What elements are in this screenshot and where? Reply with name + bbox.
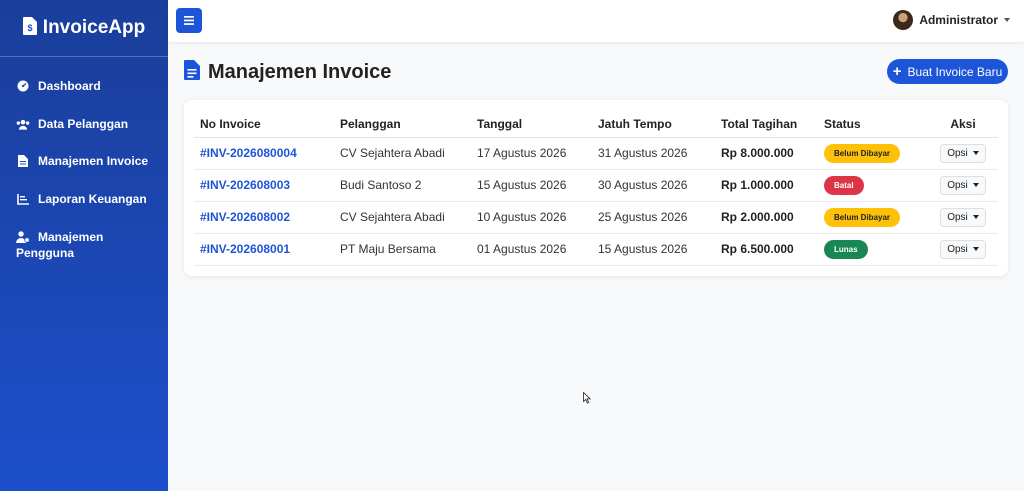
new-invoice-label: Buat Invoice Baru [907, 64, 1003, 79]
new-invoice-button[interactable]: + Buat Invoice Baru [887, 59, 1008, 84]
caret-down-icon [972, 151, 979, 155]
options-dropdown-button[interactable]: Opsi [940, 175, 986, 195]
action-cell: Opsi [928, 201, 998, 234]
table-header-row: No Invoice Pelanggan Tanggal Jatuh Tempo… [194, 112, 998, 138]
column-header: Pelanggan [334, 112, 471, 138]
column-header: Tanggal [471, 112, 592, 138]
mouse-cursor-icon [583, 391, 592, 409]
table-row: #INV-202608002 CV Sejahtera Abadi 10 Agu… [194, 201, 998, 234]
column-header: No Invoice [194, 112, 334, 138]
due-date-cell: 31 Agustus 2026 [592, 137, 715, 170]
column-header: Total Tagihan [715, 112, 818, 138]
chart-line-icon [16, 192, 30, 206]
table-row: #INV-2026080004 CV Sejahtera Abadi 17 Ag… [194, 137, 998, 170]
column-header: Status [818, 112, 928, 138]
sidebar-item-label: Dashboard [38, 79, 101, 93]
file-invoice-icon [184, 60, 200, 85]
invoice-table: No Invoice Pelanggan Tanggal Jatuh Tempo… [194, 112, 998, 266]
column-header: Jatuh Tempo [592, 112, 715, 138]
user-name: Administrator [919, 13, 998, 27]
status-badge: Belum Dibayar [824, 143, 901, 163]
sidebar-item-label: Manajemen Pengguna [16, 230, 104, 260]
options-dropdown-button[interactable]: Opsi [940, 143, 986, 163]
caret-down-icon [972, 247, 979, 251]
page-header: Manajemen Invoice [184, 60, 391, 85]
brand[interactable]: $ InvoiceApp [0, 0, 168, 57]
status-cell: Belum Dibayar [818, 137, 928, 170]
topbar: Administrator [168, 0, 1024, 42]
caret-down-icon [972, 215, 979, 219]
status-badge: Batal [824, 175, 864, 195]
invoice-link[interactable]: #INV-202608002 [194, 201, 334, 234]
plus-icon: + [892, 63, 902, 80]
user-menu[interactable]: Administrator [893, 10, 1010, 30]
total-cell: Rp 2.000.000 [715, 201, 818, 234]
date-cell: 01 Agustus 2026 [471, 233, 592, 266]
status-cell: Lunas [818, 233, 928, 266]
options-label: Opsi [947, 147, 968, 159]
sidebar-item-laporan-keuangan[interactable]: Laporan Keuangan [0, 192, 163, 206]
column-header: Aksi [928, 112, 998, 138]
invoice-link[interactable]: #INV-202608001 [194, 233, 334, 266]
status-cell: Belum Dibayar [818, 201, 928, 234]
status-cell: Batal [818, 169, 928, 202]
user-gear-icon [16, 230, 30, 244]
total-cell: Rp 1.000.000 [715, 169, 818, 202]
action-cell: Opsi [928, 137, 998, 170]
sidebar: $ InvoiceApp Dashboard Data Pelanggan Ma… [0, 0, 168, 491]
date-cell: 17 Agustus 2026 [471, 137, 592, 170]
status-badge: Lunas [824, 239, 868, 259]
customer-cell: CV Sejahtera Abadi [334, 201, 471, 234]
options-dropdown-button[interactable]: Opsi [940, 207, 986, 227]
sidebar-item-manajemen-invoice[interactable]: Manajemen Invoice [0, 154, 164, 168]
table-row: #INV-202608001 PT Maju Bersama 01 Agustu… [194, 233, 998, 266]
users-icon [16, 117, 30, 131]
action-cell: Opsi [928, 233, 998, 266]
date-cell: 15 Agustus 2026 [471, 169, 592, 202]
sidebar-item-label: Manajemen Invoice [38, 154, 149, 168]
due-date-cell: 25 Agustus 2026 [592, 201, 715, 234]
sidebar-item-dashboard[interactable]: Dashboard [0, 79, 117, 93]
invoice-link[interactable]: #INV-202608003 [194, 169, 334, 202]
caret-down-icon [1004, 18, 1010, 22]
caret-down-icon [972, 183, 979, 187]
total-cell: Rp 8.000.000 [715, 137, 818, 170]
sidebar-toggle-button[interactable] [176, 8, 202, 33]
page-title: Manajemen Invoice [208, 61, 392, 83]
sidebar-item-label: Laporan Keuangan [38, 192, 147, 206]
customer-cell: CV Sejahtera Abadi [334, 137, 471, 170]
customer-cell: PT Maju Bersama [334, 233, 471, 266]
file-invoice-icon [16, 154, 30, 168]
total-cell: Rp 6.500.000 [715, 233, 818, 266]
options-label: Opsi [947, 211, 968, 223]
invoice-card: No Invoice Pelanggan Tanggal Jatuh Tempo… [184, 100, 1008, 276]
status-badge: Belum Dibayar [824, 207, 901, 227]
options-dropdown-button[interactable]: Opsi [940, 239, 986, 259]
sidebar-nav: Dashboard Data Pelanggan Manajemen Invoi… [0, 57, 168, 260]
date-cell: 10 Agustus 2026 [471, 201, 592, 234]
invoice-link[interactable]: #INV-2026080004 [194, 137, 334, 170]
options-label: Opsi [947, 179, 968, 191]
sidebar-item-data-pelanggan[interactable]: Data Pelanggan [0, 117, 144, 131]
sidebar-item-manajemen-pengguna[interactable]: Manajemen Pengguna [0, 229, 160, 261]
menu-icon [184, 12, 194, 30]
file-invoice-dollar-icon: $ [22, 16, 37, 40]
sidebar-item-label: Data Pelanggan [38, 117, 129, 131]
svg-text:$: $ [27, 23, 32, 33]
avatar [893, 10, 914, 30]
table-row: #INV-202608003 Budi Santoso 2 15 Agustus… [194, 169, 998, 202]
brand-name: InvoiceApp [42, 17, 146, 38]
options-label: Opsi [947, 243, 968, 255]
due-date-cell: 15 Agustus 2026 [592, 233, 715, 266]
customer-cell: Budi Santoso 2 [334, 169, 471, 202]
gauge-icon [16, 79, 30, 93]
due-date-cell: 30 Agustus 2026 [592, 169, 715, 202]
action-cell: Opsi [928, 169, 998, 202]
